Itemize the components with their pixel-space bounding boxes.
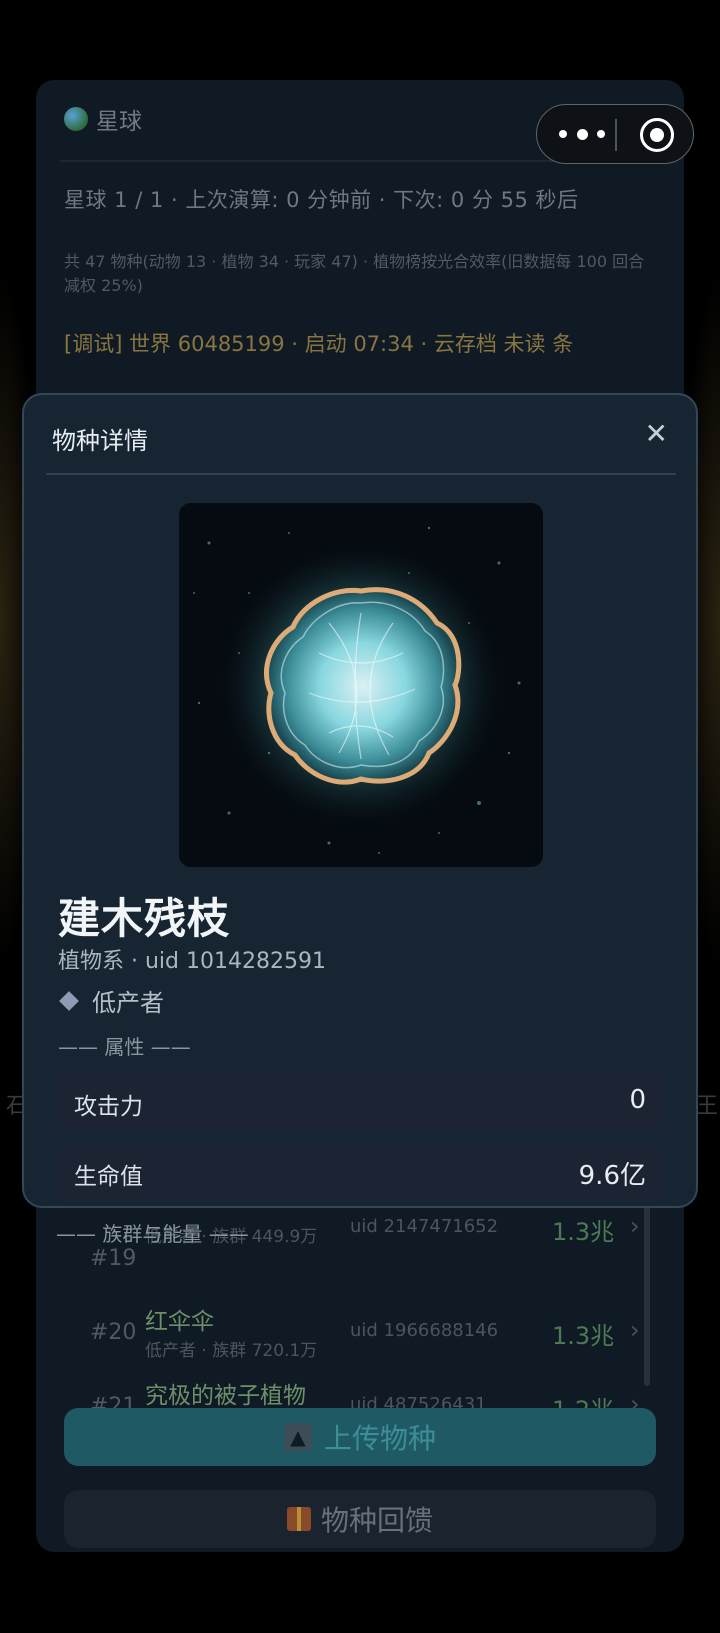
feedback-label: 物种回馈: [320, 1504, 433, 1537]
upload-icon: ▲: [283, 1423, 312, 1451]
attribute-label: 攻击力: [74, 1094, 143, 1120]
upload-label: 上传物种: [323, 1422, 436, 1455]
modal-title: 物种详情: [52, 427, 148, 455]
upload-species-button[interactable]: ▲ 上传物种: [64, 1408, 656, 1466]
chevron-right-icon: ›: [630, 1212, 640, 1240]
attribute-label: 生命值: [74, 1164, 143, 1190]
planet-debug-line: [调试] 世界 60485199 · 启动 07:34 · 云存档 未读 条: [64, 332, 574, 356]
species-value: 1.3兆: [552, 1322, 615, 1350]
planet-header: 星球: [64, 102, 142, 136]
more-dots-icon[interactable]: [559, 115, 605, 153]
species-uid: uid 2147471652: [350, 1216, 499, 1237]
attribute-row-attack: 攻击力 0: [58, 1073, 662, 1131]
list-item[interactable]: #20 红伞伞 低产者 · 族群 720.1万 uid 1966688146 1…: [40, 1296, 640, 1370]
species-meta: 植物系 · uid 1014282591: [58, 949, 326, 974]
species-value: 1.3兆: [552, 1218, 615, 1246]
divider: [46, 473, 676, 475]
species-role: 低产者: [58, 983, 164, 1018]
attribute-value: 0: [629, 1085, 646, 1115]
planet-title: 星球: [96, 109, 142, 135]
species-name: 究极的被子植物: [145, 1383, 306, 1409]
section-attributes: —— 属性 ——: [58, 1035, 191, 1059]
species-title: 建木残枝: [58, 894, 231, 943]
species-feedback-button[interactable]: 物种回馈: [64, 1490, 656, 1548]
diamond-icon: [59, 990, 79, 1011]
attribute-value: 9.6亿: [578, 1161, 646, 1191]
attribute-row-hp: 生命值 9.6亿: [58, 1143, 662, 1201]
species-name: 红伞伞: [145, 1309, 214, 1335]
close-icon[interactable]: ✕: [645, 417, 668, 450]
globe-icon: [64, 107, 88, 131]
species-image: [179, 503, 543, 867]
cell-illustration: [179, 503, 543, 867]
target-icon[interactable]: [640, 118, 674, 152]
section-population: —— 族群与能量 ——: [56, 1222, 249, 1246]
role-label: 低产者: [92, 989, 164, 1017]
species-ranking-list: #19 低产者 · 族群 449.9万 uid 2147471652 1.3兆 …: [40, 1212, 640, 1416]
rank-number: #19: [90, 1246, 137, 1271]
chevron-right-icon: ›: [630, 1316, 640, 1344]
rank-number: #20: [90, 1320, 137, 1345]
species-uid: uid 1966688146: [350, 1320, 499, 1341]
planet-summary-line: 共 47 物种(动物 13 · 植物 34 · 玩家 47) · 植物榜按光合效…: [64, 252, 645, 295]
species-subtitle: 低产者 · 族群 720.1万: [145, 1341, 318, 1361]
capsule-divider: [615, 119, 617, 151]
side-char-right: 王: [696, 1094, 719, 1119]
gift-icon: [286, 1507, 311, 1531]
miniprogram-capsule: [536, 104, 694, 164]
species-detail-modal: 物种详情 ✕ 建木残枝 植物系 · uid 1014282591 低产者 —— …: [22, 393, 698, 1208]
planet-status-line: 星球 1 / 1 · 上次演算: 0 分钟前 · 下次: 0 分 55 秒后: [64, 188, 579, 212]
